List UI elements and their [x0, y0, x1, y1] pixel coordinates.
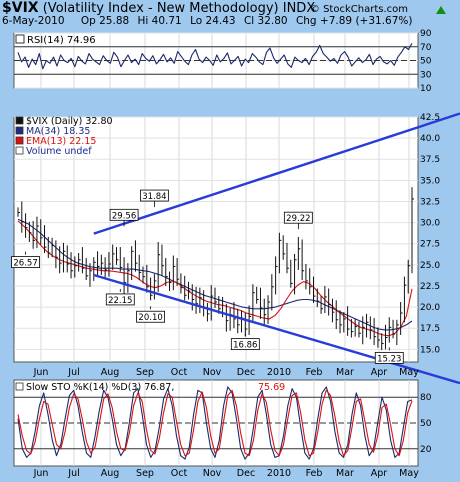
month-label-Jun: Jun: [33, 367, 49, 378]
annotation-label: 16.86: [233, 341, 257, 351]
month-label-bottom-Jul: Jul: [67, 468, 79, 479]
price-legend-swatch: [15, 136, 24, 145]
price-legend-swatch: [15, 116, 24, 125]
month-label-Oct: Oct: [171, 367, 188, 378]
month-label-Dec: Dec: [237, 367, 255, 378]
rsi-tick-label: 30: [420, 70, 432, 80]
annotation-label: 20.10: [138, 313, 162, 323]
price-tick-label: 30.0: [420, 219, 440, 229]
price-tick-label: 35.0: [420, 176, 440, 186]
rsi-legend: RSI(14) 74.96: [27, 35, 96, 46]
price-tick-label: 22.5: [420, 282, 440, 292]
chart-canvas: 9070503010RSI(14) 74.9642.540.037.535.03…: [11, 6, 460, 479]
rsi-legend-box: [15, 34, 25, 44]
price-legend-text: Volume undef: [26, 146, 92, 157]
month-label-bottom-Aug: Aug: [101, 468, 120, 479]
rsi-tick-label: 90: [420, 29, 432, 39]
rsi-tick-label: 70: [420, 43, 432, 53]
annotation-label: 31.84: [142, 192, 166, 202]
sto-tick-label: 20: [420, 445, 432, 455]
price-tick-label: 37.5: [420, 155, 440, 165]
month-label-2010: 2010: [267, 367, 291, 378]
month-label-Sep: Sep: [136, 367, 154, 378]
month-label-Nov: Nov: [203, 367, 222, 378]
sto-legend-d-value: 75.69: [258, 382, 285, 393]
month-label-bottom-Oct: Oct: [171, 468, 188, 479]
annotation-label: 29.22: [286, 214, 310, 224]
month-label-Feb: Feb: [306, 367, 323, 378]
price-tick-label: 27.5: [420, 240, 440, 250]
month-label-Aug: Aug: [101, 367, 120, 378]
price-tick-label: 15.0: [420, 345, 440, 355]
up-arrow: [436, 6, 446, 14]
month-label-bottom-Apr: Apr: [371, 468, 388, 479]
month-label-bottom-2010: 2010: [267, 468, 291, 479]
annotation-label: 22.15: [108, 296, 132, 306]
annotation-label: 15.23: [377, 354, 401, 364]
month-label-bottom-Nov: Nov: [203, 468, 222, 479]
annotation-label: 26.57: [13, 259, 37, 269]
price-legend-swatch: [15, 146, 24, 155]
sto-legend-box: [15, 382, 24, 391]
price-tick-label: 32.5: [420, 197, 440, 207]
sto-tick-label: 50: [420, 419, 432, 429]
month-label-bottom-Jun: Jun: [33, 468, 49, 479]
price-tick-label: 40.0: [420, 134, 440, 144]
month-label-Apr: Apr: [371, 367, 388, 378]
rsi-tick-label: 10: [420, 84, 432, 94]
price-legend-swatch: [15, 126, 24, 135]
month-label-Jul: Jul: [67, 367, 79, 378]
month-label-bottom-Feb: Feb: [306, 468, 323, 479]
month-label-Mar: Mar: [336, 367, 354, 378]
month-label-bottom-Dec: Dec: [237, 468, 255, 479]
sto-tick-label: 80: [420, 393, 432, 403]
chart-page: $VIX (Volatility Index - New Methodology…: [0, 0, 460, 482]
rsi-tick-label: 50: [420, 57, 432, 67]
month-label-bottom-May: May: [399, 468, 419, 479]
month-label-bottom-Mar: Mar: [336, 468, 354, 479]
price-tick-label: 17.5: [420, 324, 440, 334]
price-tick-label: 20.0: [420, 303, 440, 313]
price-tick-label: 25.0: [420, 261, 440, 271]
sto-legend-text: Slow STO %K(14) %D(3) 76.87,: [26, 382, 174, 393]
month-label-bottom-Sep: Sep: [136, 468, 154, 479]
annotation-label: 29.56: [112, 211, 136, 221]
month-label-May: May: [399, 367, 419, 378]
